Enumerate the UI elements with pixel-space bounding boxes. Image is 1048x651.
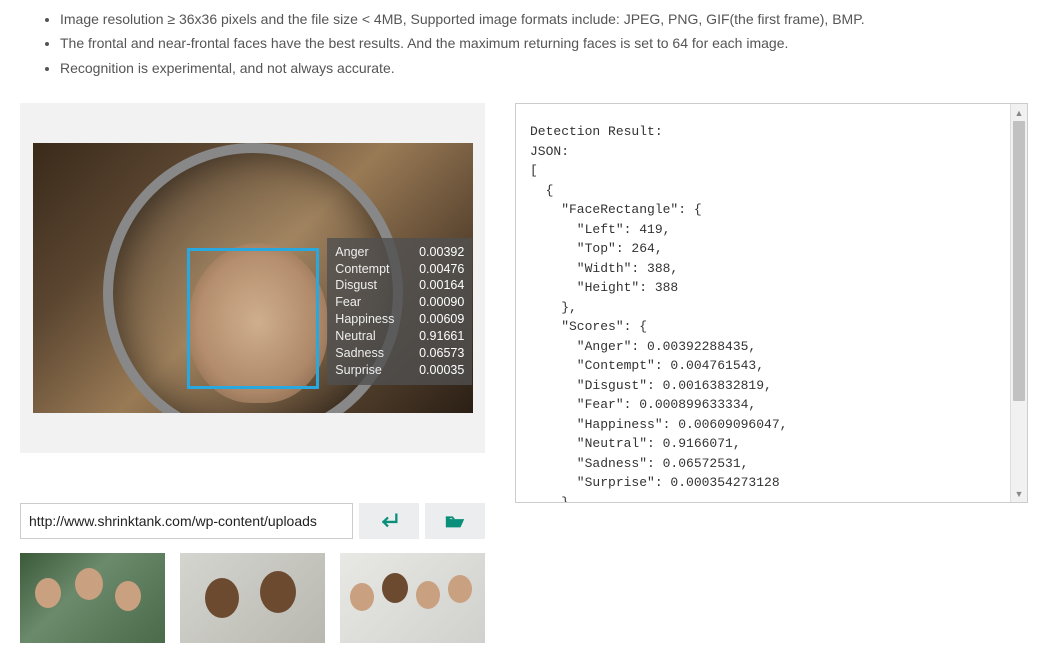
emotion-row: Disgust0.00164 — [335, 277, 464, 294]
result-panel: Detection Result: JSON: [ { "FaceRectang… — [515, 103, 1028, 503]
thumb-group-outdoor[interactable] — [20, 553, 165, 643]
submit-button[interactable] — [359, 503, 419, 539]
emotion-overlay: Anger0.00392Contempt0.00476Disgust0.0016… — [327, 238, 472, 385]
enter-arrow-icon — [378, 511, 400, 531]
browse-button[interactable] — [425, 503, 485, 539]
scroll-track[interactable] — [1011, 121, 1027, 485]
emotion-row: Neutral0.91661 — [335, 328, 464, 345]
emotion-row: Surprise0.00035 — [335, 362, 464, 379]
emotion-row: Sadness0.06573 — [335, 345, 464, 362]
scroll-thumb[interactable] — [1013, 121, 1025, 401]
note-item: Image resolution ≥ 36x36 pixels and the … — [60, 8, 1028, 30]
image-panel: Anger0.00392Contempt0.00476Disgust0.0016… — [20, 103, 485, 453]
analyzed-image[interactable]: Anger0.00392Contempt0.00476Disgust0.0016… — [33, 143, 473, 413]
scroll-down-icon[interactable]: ▼ — [1011, 485, 1027, 502]
thumb-group-diverse[interactable] — [340, 553, 485, 643]
main-panel: Anger0.00392Contempt0.00476Disgust0.0016… — [20, 103, 1028, 643]
url-input-row — [20, 503, 485, 539]
emotion-row: Anger0.00392 — [335, 244, 464, 261]
folder-open-icon — [444, 511, 466, 531]
note-item: The frontal and near-frontal faces have … — [60, 32, 1028, 54]
scroll-up-icon[interactable]: ▲ — [1011, 104, 1027, 121]
left-column: Anger0.00392Contempt0.00476Disgust0.0016… — [20, 103, 485, 643]
url-input[interactable] — [20, 503, 353, 539]
emotion-row: Contempt0.00476 — [335, 261, 464, 278]
emotion-row: Happiness0.00609 — [335, 311, 464, 328]
scrollbar[interactable]: ▲ ▼ — [1010, 104, 1027, 502]
sample-thumbnails — [20, 553, 485, 643]
usage-notes: Image resolution ≥ 36x36 pixels and the … — [60, 8, 1028, 79]
note-item: Recognition is experimental, and not alw… — [60, 57, 1028, 79]
emotion-row: Fear0.00090 — [335, 294, 464, 311]
face-bounding-box — [187, 248, 319, 388]
json-result[interactable]: Detection Result: JSON: [ { "FaceRectang… — [516, 104, 1027, 502]
thumb-couple-elderly[interactable] — [180, 553, 325, 643]
